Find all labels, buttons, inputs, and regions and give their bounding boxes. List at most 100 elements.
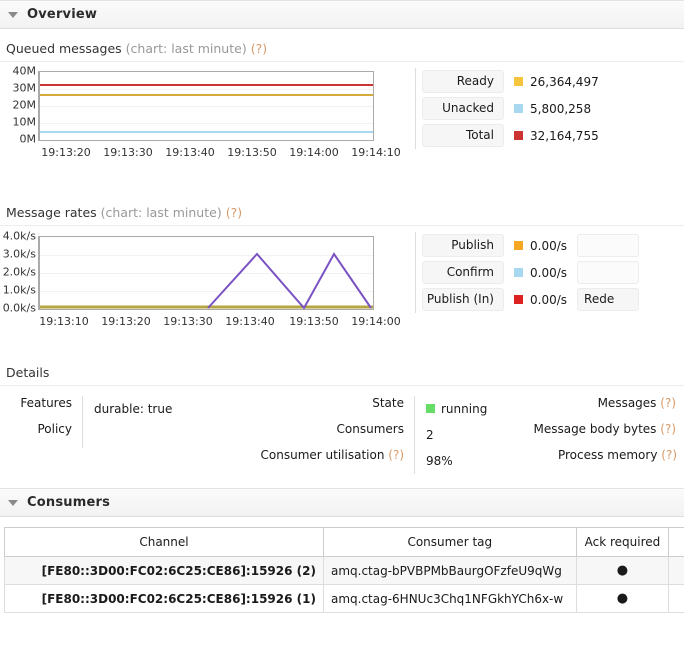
cell-channel[interactable]: [FE80::3D00:FC02:6C25:CE86]:15926 (1) [5, 585, 324, 613]
overview-title: Overview [27, 7, 97, 22]
queued-messages-subtitle: (chart: last minute) [126, 41, 247, 56]
details-heading: Details [0, 355, 684, 386]
series-line-total [40, 84, 373, 86]
series-line-deliver [208, 254, 371, 308]
details-value-state: running [414, 396, 496, 422]
details-key-messages: Messages (?) [496, 396, 684, 410]
rates-y-axis: 4.0k/s 3.0k/s 2.0k/s 1.0k/s 0.0k/s [0, 232, 38, 310]
x-tick-4: 19:14:00 [289, 146, 338, 159]
cell-exclusive: ○ [669, 585, 684, 613]
details-column-right: Messages (?) Message body bytes (?) Proc… [496, 396, 684, 474]
cell-consumer-tag: amq.ctag-bPVBPMbBaurgOFzfeU9qWg [323, 557, 576, 585]
table-header-row: Channel Consumer tag Ack required Exclus… [5, 528, 684, 557]
x-tick-5: 19:14:10 [351, 146, 400, 159]
details-key-process-memory: Process memory (?) [497, 448, 684, 462]
gridline [40, 123, 373, 124]
column-header-channel[interactable]: Channel [5, 528, 324, 557]
details-key-message-body-bytes: Message body bytes (?) [496, 422, 684, 436]
legend-value-unacked: 5,800,258 [514, 102, 591, 116]
legend-label-overflow-2[interactable] [577, 261, 639, 284]
legend-label-overflow-1[interactable] [577, 234, 639, 257]
triangle-down-icon [8, 500, 18, 506]
table-row[interactable]: [FE80::3D00:FC02:6C25:CE86]:15926 (2) am… [5, 557, 684, 585]
messages-help-icon[interactable]: (?) [660, 396, 676, 410]
process-memory-help-icon[interactable]: (?) [661, 448, 677, 462]
color-swatch-publish-in [514, 295, 523, 304]
gridline [40, 106, 373, 107]
consumers-table-wrap: Channel Consumer tag Ack required Exclus… [0, 517, 684, 613]
legend-number-confirm: 0.00/s [530, 266, 567, 280]
y-tick-1k: 1.0k/s [3, 284, 36, 297]
rates-plot-area [38, 236, 374, 310]
consumers-section-header[interactable]: Consumers [0, 488, 684, 517]
cell-consumer-tag: amq.ctag-6HNUc3Chq1NFGkhYCh6x-w [323, 585, 576, 613]
message-body-bytes-help-icon[interactable]: (?) [660, 422, 676, 436]
cell-channel[interactable]: [FE80::3D00:FC02:6C25:CE86]:15926 (2) [5, 557, 324, 585]
queued-messages-heading: Queued messages (chart: last minute) (?) [0, 29, 684, 62]
legend-row-publish-in: Publish (In) 0.00/s [422, 286, 567, 313]
details-key-policy: Policy [0, 422, 82, 436]
x-tick-3: 19:13:40 [225, 315, 274, 328]
y-tick-40M: 40M [13, 65, 37, 78]
triangle-down-icon [8, 12, 18, 18]
column-header-exclusive[interactable]: Exclusive [669, 528, 684, 557]
queued-messages-help-icon[interactable]: (?) [251, 41, 267, 56]
legend-number-ready: 26,364,497 [530, 75, 599, 89]
color-swatch-unacked [514, 104, 523, 113]
overview-section-header[interactable]: Overview [0, 0, 684, 29]
x-tick-5: 19:14:00 [351, 315, 400, 328]
message-rates-help-icon[interactable]: (?) [226, 205, 242, 220]
column-header-consumer-tag[interactable]: Consumer tag [323, 528, 576, 557]
details-key-state: State [244, 396, 414, 410]
series-line-ready [40, 94, 373, 96]
color-swatch-confirm [514, 268, 523, 277]
queued-messages-chart-block: 40M 30M 20M 10M 0M 19:13:20 19:13:30 19:… [0, 68, 684, 173]
message-rates-chart: 4.0k/s 3.0k/s 2.0k/s 1.0k/s 0.0k/s 19:13… [0, 232, 415, 337]
legend-number-publish-in: 0.00/s [530, 293, 567, 307]
legend-row-total: Total 32,164,755 [422, 122, 599, 149]
color-swatch-total [514, 131, 523, 140]
x-tick-1: 19:13:30 [103, 146, 152, 159]
legend-label-ready[interactable]: Ready [422, 70, 504, 93]
column-header-ack-required[interactable]: Ack required [576, 528, 669, 557]
legend-value-publish: 0.00/s [514, 239, 567, 253]
consumers-title: Consumers [27, 495, 110, 510]
details-value-consumers: 2 [414, 422, 496, 448]
consumer-utilisation-help-icon[interactable]: (?) [388, 448, 404, 462]
table-row[interactable]: [FE80::3D00:FC02:6C25:CE86]:15926 (1) am… [5, 585, 684, 613]
queued-messages-label: Queued messages [6, 41, 122, 56]
details-key-consumer-utilisation-text: Consumer utilisation [261, 448, 385, 462]
cell-exclusive: ○ [669, 557, 684, 585]
gridline [40, 89, 373, 90]
color-swatch-publish [514, 241, 523, 250]
status-badge [426, 404, 435, 413]
legend-label-redelivered[interactable]: Rede [577, 288, 639, 311]
details-value-policy [82, 422, 244, 448]
message-rates-legend: Publish 0.00/s Confirm 0.00/s Publish (I… [415, 232, 639, 313]
details-row-messages: Messages (?) [496, 396, 684, 422]
legend-value-publish-in: 0.00/s [514, 293, 567, 307]
details-row-policy: Policy [0, 422, 244, 448]
x-tick-2: 19:13:40 [165, 146, 214, 159]
details-key-process-memory-text: Process memory [558, 448, 657, 462]
details-key-messages-text: Messages [598, 396, 657, 410]
legend-value-confirm: 0.00/s [514, 266, 567, 280]
details-row-consumer-utilisation: Consumer utilisation (?) 98% [244, 448, 496, 474]
legend-label-unacked[interactable]: Unacked [422, 97, 504, 120]
legend-label-publish[interactable]: Publish [422, 234, 504, 257]
legend-row-unacked: Unacked 5,800,258 [422, 95, 599, 122]
legend-label-total[interactable]: Total [422, 124, 504, 147]
message-rates-label: Message rates [6, 205, 97, 220]
details-key-features: Features [0, 396, 82, 410]
details-key-consumer-utilisation: Consumer utilisation (?) [244, 448, 414, 462]
legend-row-ready: Ready 26,364,497 [422, 68, 599, 95]
legend-label-publish-in[interactable]: Publish (In) [422, 288, 504, 311]
legend-row-publish: Publish 0.00/s [422, 232, 567, 259]
legend-row-confirm: Confirm 0.00/s [422, 259, 567, 286]
message-rates-subtitle: (chart: last minute) [101, 205, 222, 220]
series-line-unacked [40, 131, 373, 133]
legend-number-unacked: 5,800,258 [530, 102, 591, 116]
legend-label-confirm[interactable]: Confirm [422, 261, 504, 284]
cell-ack-required: ● [576, 585, 669, 613]
x-tick-2: 19:13:30 [163, 315, 212, 328]
